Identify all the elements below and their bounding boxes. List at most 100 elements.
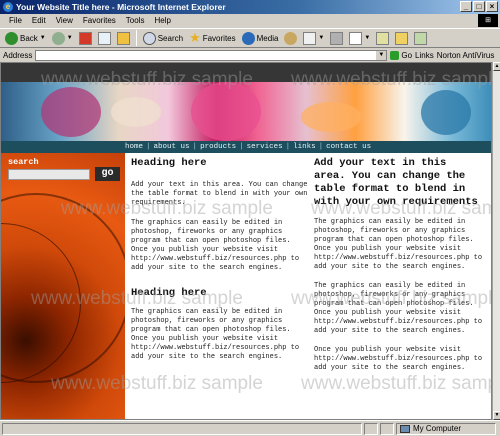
scroll-down-button[interactable]: ▼ <box>493 411 500 420</box>
links-button[interactable]: Links <box>415 51 434 60</box>
media-button[interactable]: Media <box>240 29 281 47</box>
nav-home[interactable]: home <box>125 143 143 151</box>
print-button[interactable] <box>328 29 345 47</box>
search-input[interactable] <box>8 169 90 180</box>
stop-button[interactable] <box>77 29 94 47</box>
edit-button[interactable]: ▼ <box>347 29 372 47</box>
body-text: The graphics can easily be edited in pho… <box>131 308 300 361</box>
menu-edit[interactable]: Edit <box>27 14 51 27</box>
forward-button[interactable]: ▼ <box>50 29 75 47</box>
refresh-button[interactable] <box>96 29 113 47</box>
status-bar: My Computer <box>0 420 500 436</box>
content-column-left: Heading here Add your text in this area.… <box>131 157 309 362</box>
banner-blob <box>301 102 361 132</box>
header-banner <box>1 82 491 141</box>
toolbar: Back ▼ ▼ Search ★ Favorites Media ▼ ▼ <box>0 28 500 48</box>
chevron-down-icon: ▼ <box>318 35 325 41</box>
body-text: The graphics can easily be edited in pho… <box>314 282 483 335</box>
search-label: Search <box>157 33 184 43</box>
body-text: The graphics can easily be edited in pho… <box>314 218 483 271</box>
nav-separator: | <box>192 143 198 151</box>
nav-products[interactable]: products <box>200 143 236 151</box>
page-viewport: home | about us | products | services | … <box>0 62 492 420</box>
ie-logo-icon: e <box>3 2 13 12</box>
nav-links[interactable]: links <box>293 143 316 151</box>
search-icon <box>142 31 156 45</box>
print-icon <box>330 31 344 45</box>
maximize-button[interactable]: □ <box>473 1 485 12</box>
toolbar-separator <box>135 30 137 46</box>
status-zone: My Computer <box>396 422 496 435</box>
messenger-button[interactable] <box>393 29 410 47</box>
section-heading: Heading here <box>131 157 207 169</box>
back-label: Back <box>20 33 38 43</box>
go-label: Go <box>401 50 413 60</box>
norton-antivirus-button[interactable]: Norton AntiVirus <box>437 51 495 60</box>
chevron-down-icon: ▼ <box>39 35 46 41</box>
favorites-button[interactable]: ★ Favorites <box>187 29 238 47</box>
favorites-label: Favorites <box>202 33 236 43</box>
address-input[interactable]: ▼ <box>35 49 388 61</box>
vertical-scrollbar[interactable]: ▲ ▼ <box>492 62 500 420</box>
nav-separator: | <box>146 143 151 151</box>
scroll-up-button[interactable]: ▲ <box>493 62 500 71</box>
chevron-down-icon[interactable]: ▼ <box>376 50 387 60</box>
banner-blob <box>41 87 101 137</box>
address-bar: Address ▼ Go Links Norton AntiVirus <box>0 48 500 62</box>
mail-icon <box>303 31 317 45</box>
left-sidebar: search go <box>1 153 125 419</box>
menu-tools[interactable]: Tools <box>121 14 150 27</box>
menu-favorites[interactable]: Favorites <box>78 14 121 27</box>
computer-icon <box>400 424 410 433</box>
close-button[interactable]: × <box>486 1 498 12</box>
windows-logo-icon: ⊞ <box>478 14 498 27</box>
word-icon <box>349 31 363 45</box>
nav-about-us[interactable]: about us <box>154 143 190 151</box>
media-label: Media <box>256 33 279 43</box>
research-icon <box>414 31 428 45</box>
zone-label: My Computer <box>413 423 462 433</box>
status-message <box>2 422 362 435</box>
stop-icon <box>78 31 92 45</box>
mail-button[interactable]: ▼ <box>301 29 326 47</box>
minimize-button[interactable]: _ <box>460 1 472 12</box>
menu-file[interactable]: File <box>4 14 27 27</box>
banner-blob <box>111 97 161 127</box>
search-go-button[interactable]: go <box>95 167 120 181</box>
status-security <box>380 422 394 435</box>
watermark: www.webstuff.biz sample <box>301 373 492 394</box>
star-icon: ★ <box>189 30 201 45</box>
content-column-right: Add your text in this area. You can chan… <box>314 157 484 373</box>
search-label: search <box>8 157 39 167</box>
history-icon <box>284 31 298 45</box>
nav-services[interactable]: services <box>247 143 283 151</box>
section-heading: Add your text in this area. You can chan… <box>314 157 478 208</box>
history-button[interactable] <box>282 29 299 47</box>
search-button[interactable]: Search <box>141 29 185 47</box>
chevron-down-icon: ▼ <box>364 35 371 41</box>
nav-contact-us[interactable]: contact us <box>326 143 371 151</box>
section-heading: Heading here <box>131 287 207 299</box>
body-text: Once you publish your website visit http… <box>314 346 483 372</box>
window-titlebar: e Your Website Title here - Microsoft In… <box>0 0 500 14</box>
back-button[interactable]: Back ▼ <box>3 29 48 47</box>
banner-blob <box>421 90 471 135</box>
back-arrow-icon <box>5 31 18 45</box>
banner-blob <box>191 82 261 141</box>
go-button[interactable]: Go <box>390 50 413 60</box>
go-arrow-icon <box>390 50 400 60</box>
research-button[interactable] <box>412 29 429 47</box>
home-button[interactable] <box>115 29 132 47</box>
nav-separator: | <box>239 143 244 151</box>
nav-separator: | <box>318 143 324 151</box>
refresh-icon <box>97 31 111 45</box>
address-label: Address <box>3 50 33 60</box>
discuss-button[interactable] <box>374 29 391 47</box>
nav-bar: home | about us | products | services | … <box>1 141 491 153</box>
menu-view[interactable]: View <box>51 14 78 27</box>
body-text: The graphics can easily be edited in pho… <box>131 219 300 272</box>
top-strip <box>1 63 491 82</box>
window-title: Your Website Title here - Microsoft Inte… <box>16 2 226 12</box>
menu-help[interactable]: Help <box>149 14 175 27</box>
folder-icon <box>395 31 409 45</box>
